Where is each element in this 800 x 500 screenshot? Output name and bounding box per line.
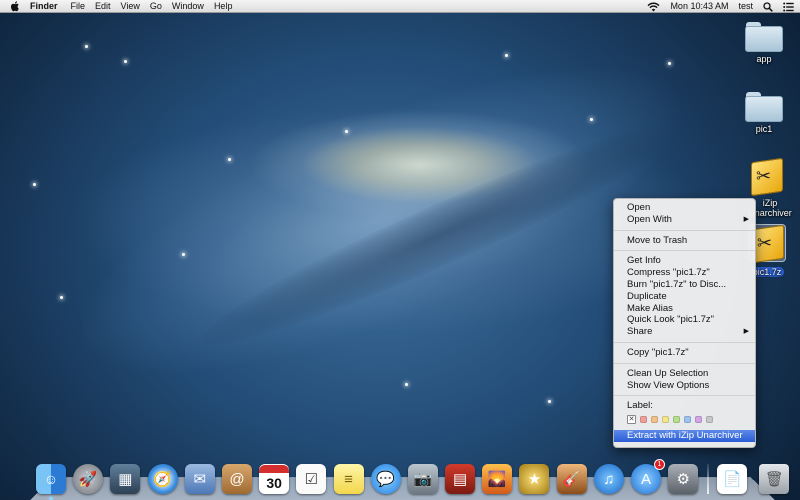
menu-item-show-view-options[interactable]: Show View Options <box>614 380 755 392</box>
dock-calendar-icon[interactable]: 30 <box>259 464 290 494</box>
dock-finder-icon[interactable]: ☺ <box>36 464 66 500</box>
dock-notes-icon[interactable]: ≡ <box>333 464 364 494</box>
context-menu: Open Open With ▶ Move to Trash Get Info … <box>613 198 756 448</box>
menu-item-burn[interactable]: Burn "pic1.7z" to Disc... <box>614 279 755 291</box>
menu-item-clean-up-selection[interactable]: Clean Up Selection <box>614 368 755 380</box>
dock-documents-stack-icon[interactable]: 📄 <box>717 464 748 494</box>
menu-separator <box>614 395 755 397</box>
menu-item-extract-with-izip[interactable]: Extract with iZip Unarchiver <box>614 430 755 443</box>
spotlight-icon[interactable] <box>763 1 773 12</box>
star <box>405 383 408 386</box>
star <box>33 183 36 186</box>
dock-itunes-icon[interactable]: ♫ <box>593 464 624 494</box>
dock-garageband-icon[interactable]: 🎸 <box>556 464 587 494</box>
menu-item-share[interactable]: Share ▶ <box>614 326 755 338</box>
menu-separator <box>614 341 755 343</box>
label-swatches: ✕ <box>614 412 755 426</box>
dock-mail-icon[interactable]: ✉ <box>184 464 215 494</box>
label-swatch-gray[interactable] <box>706 415 713 423</box>
menu-item-make-alias[interactable]: Make Alias <box>614 303 755 315</box>
label-swatch-orange[interactable] <box>651 415 658 423</box>
app-store-badge: 1 <box>654 459 665 470</box>
dock-messages-icon[interactable]: 💬 <box>370 464 401 494</box>
dock-safari-icon[interactable]: 🧭 <box>147 464 178 494</box>
menu-help[interactable]: Help <box>214 0 240 13</box>
menu-item-label: Open With <box>627 213 672 225</box>
star <box>124 60 127 63</box>
star <box>60 296 63 299</box>
menu-item-get-info[interactable]: Get Info <box>614 255 755 267</box>
submenu-arrow-icon: ▶ <box>743 215 749 223</box>
label-swatch-yellow[interactable] <box>662 415 669 423</box>
menu-go[interactable]: Go <box>150 0 169 13</box>
dock-launchpad-icon[interactable]: 🚀 <box>73 464 104 494</box>
star <box>668 62 671 65</box>
label-swatch-blue[interactable] <box>684 415 691 423</box>
menu-item-label: Share <box>627 326 653 338</box>
wifi-icon[interactable] <box>647 1 660 12</box>
menu-file[interactable]: File <box>71 0 93 13</box>
folder-icon <box>745 92 783 122</box>
notification-center-icon[interactable] <box>783 1 794 12</box>
dock-app-store-icon[interactable]: A 1 <box>631 459 665 494</box>
dock-mission-control-icon[interactable]: ▦ <box>110 464 141 494</box>
star <box>548 400 551 403</box>
menubar-clock[interactable]: Mon 10:43 AM <box>670 0 728 13</box>
menu-view[interactable]: View <box>121 0 147 13</box>
submenu-arrow-icon: ▶ <box>743 328 749 336</box>
dock: ☺ 🚀 ▦ 🧭 ✉ @ 30 ☑ ≡ 💬 📷 ▤ 🌄 ★ 🎸 ♫ A 1 ⚙ 📄… <box>30 455 790 500</box>
menu-item-quick-look[interactable]: Quick Look "pic1.7z" <box>614 314 755 326</box>
desktop-icon-pic1-folder[interactable]: pic1 <box>734 92 794 134</box>
menu-item-compress[interactable]: Compress "pic1.7z" <box>614 267 755 279</box>
menu-item-duplicate[interactable]: Duplicate <box>614 291 755 303</box>
desktop-icon-label: pic1 <box>755 124 773 134</box>
dock-divider <box>707 464 710 494</box>
label-swatch-purple[interactable] <box>695 415 702 423</box>
dock-imovie-icon[interactable]: ★ <box>519 464 550 494</box>
menu-window[interactable]: Window <box>172 0 211 13</box>
menu-item-open[interactable]: Open <box>614 202 755 214</box>
dock-system-preferences-icon[interactable]: ⚙ <box>668 464 699 494</box>
dock-photo-booth-icon[interactable]: ▤ <box>445 464 476 494</box>
star <box>590 118 593 121</box>
dock-iphoto-icon[interactable]: 🌄 <box>482 464 513 494</box>
menubar-user[interactable]: test <box>738 0 753 13</box>
menu-bar: Finder File Edit View Go Window Help Mon… <box>0 0 800 13</box>
desktop-icon-label: app <box>756 54 772 64</box>
folder-icon <box>745 22 783 52</box>
menu-edit[interactable]: Edit <box>95 0 118 13</box>
dock-reminders-icon[interactable]: ☑ <box>296 464 327 494</box>
menu-item-open-with[interactable]: Open With ▶ <box>614 214 755 226</box>
label-swatch-green[interactable] <box>673 415 680 423</box>
menu-item-copy[interactable]: Copy "pic1.7z" <box>614 347 755 359</box>
label-none-icon[interactable]: ✕ <box>627 414 636 424</box>
menu-separator <box>614 229 755 231</box>
star <box>345 130 348 133</box>
izip-box-icon: ✂ <box>748 157 786 197</box>
menu-separator <box>614 250 755 252</box>
dock-trash-icon[interactable]: 🗑 <box>759 464 790 494</box>
apple-menu-icon[interactable] <box>10 0 22 12</box>
star <box>505 54 508 57</box>
star <box>182 253 185 256</box>
calendar-day: 30 <box>266 475 282 491</box>
star <box>228 158 231 161</box>
label-swatch-red[interactable] <box>640 415 647 423</box>
desktop-icon-app-folder[interactable]: app <box>734 22 794 64</box>
label-title: Label: <box>627 400 653 412</box>
dock-facetime-icon[interactable]: 📷 <box>407 464 438 494</box>
star <box>85 45 88 48</box>
dock-contacts-icon[interactable]: @ <box>221 464 252 494</box>
app-menu-finder[interactable]: Finder <box>30 0 65 13</box>
menu-item-move-to-trash[interactable]: Move to Trash <box>614 235 755 247</box>
menu-separator <box>614 362 755 364</box>
